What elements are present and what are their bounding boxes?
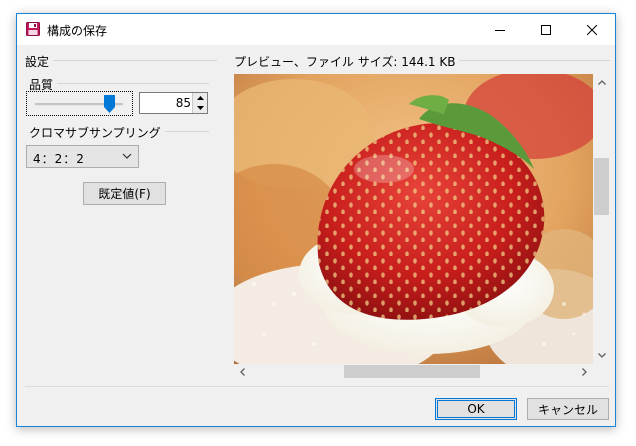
strawberry-pastry-image xyxy=(234,74,593,364)
scroll-left-button[interactable] xyxy=(234,364,251,379)
quality-group-line xyxy=(55,83,209,84)
triangle-up-icon xyxy=(196,96,204,100)
settings-group-label: 設定 xyxy=(25,53,54,70)
scroll-right-button[interactable] xyxy=(576,364,593,379)
window-title: 構成の保存 xyxy=(47,24,108,38)
maximize-icon xyxy=(541,24,551,35)
vertical-scroll-thumb[interactable] xyxy=(594,158,609,215)
quality-spin-buttons xyxy=(192,93,207,113)
cancel-button-label: キャンセル xyxy=(537,402,598,417)
cancel-button[interactable]: キャンセル xyxy=(527,398,609,420)
quality-spinbox[interactable]: 85 xyxy=(139,92,208,114)
scroll-up-button[interactable] xyxy=(593,74,610,91)
restore-defaults-button[interactable]: 既定値(F) xyxy=(83,182,166,205)
restore-defaults-label: 既定値(F) xyxy=(98,187,151,201)
settings-group-line xyxy=(53,60,217,61)
quality-slider[interactable] xyxy=(26,91,133,116)
spin-down-button[interactable] xyxy=(193,103,207,113)
close-button[interactable] xyxy=(569,14,615,45)
chevron-up-icon xyxy=(597,80,606,85)
minimize-icon xyxy=(495,29,505,31)
title-bar[interactable]: 構成の保存 xyxy=(17,14,615,45)
chevron-down-icon xyxy=(122,153,132,159)
scroll-down-button[interactable] xyxy=(593,347,610,364)
close-icon xyxy=(587,24,597,35)
chevron-left-icon xyxy=(240,367,245,376)
chroma-subsampling-select[interactable]: 4：2：2 xyxy=(26,145,139,168)
chevron-right-icon xyxy=(582,367,587,376)
chroma-subsampling-value: 4：2：2 xyxy=(33,152,85,166)
horizontal-scroll-thumb[interactable] xyxy=(344,365,480,378)
horizontal-scrollbar[interactable] xyxy=(234,364,593,379)
quality-slider-thumb[interactable] xyxy=(104,95,116,113)
triangle-down-icon xyxy=(196,106,204,110)
vertical-scrollbar[interactable] xyxy=(593,74,610,364)
floppy-disk-icon xyxy=(26,22,40,36)
maximize-button[interactable] xyxy=(523,14,569,45)
footer-divider xyxy=(25,386,609,387)
chroma-subsampling-label: クロマサブサンプリング xyxy=(29,124,165,141)
scrollbar-corner xyxy=(593,364,610,379)
ok-button-label: OK xyxy=(467,402,485,416)
ok-button[interactable]: OK xyxy=(435,398,517,420)
minimize-button[interactable] xyxy=(477,14,523,45)
preview-pane[interactable] xyxy=(234,74,610,379)
save-settings-dialog: 構成の保存 設定 品質 85 クロマサブサンプリング 4：2：2 既定値(F) … xyxy=(16,13,616,427)
quality-value[interactable]: 85 xyxy=(176,96,191,110)
preview-label: プレビュー、ファイル サイズ: 144.1 KB xyxy=(234,53,460,70)
chevron-down-icon xyxy=(597,353,606,358)
